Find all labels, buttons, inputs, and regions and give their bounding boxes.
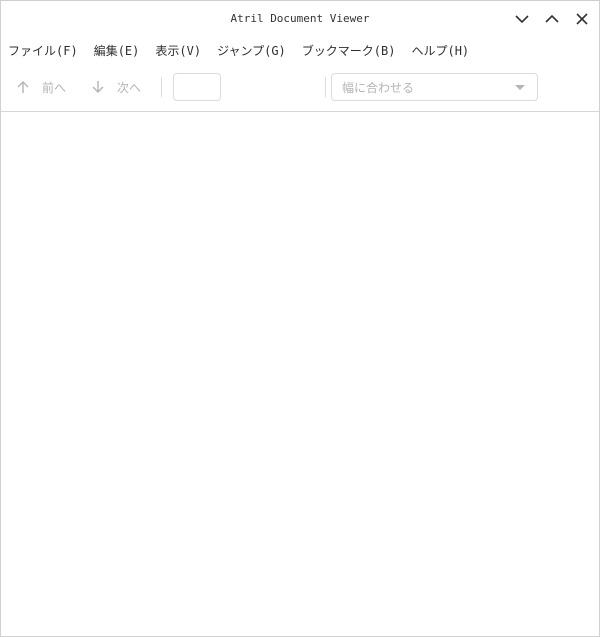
zoom-value: 幅に合わせる: [342, 80, 415, 95]
menu-view[interactable]: 表示(V): [155, 42, 201, 59]
arrow-down-icon: [92, 81, 104, 93]
toolbar-separator: [161, 77, 162, 97]
next-page-label: 次へ: [117, 80, 142, 95]
minimize-button[interactable]: [509, 7, 535, 31]
app-window: Atril Document Viewer ファイル(F) 編集(E) 表示(V…: [0, 0, 600, 637]
previous-page-button[interactable]: 前へ: [16, 75, 66, 99]
next-page-button[interactable]: 次へ: [91, 75, 141, 99]
menu-bookmarks[interactable]: ブックマーク(B): [302, 42, 396, 59]
maximize-icon: [545, 14, 559, 23]
toolbar-separator: [325, 77, 326, 97]
menubar: ファイル(F) 編集(E) 表示(V) ジャンプ(G) ブックマーク(B) ヘル…: [1, 38, 599, 62]
zoom-select[interactable]: 幅に合わせる: [331, 73, 538, 101]
page-number-input[interactable]: [173, 73, 221, 101]
close-icon: [576, 13, 588, 25]
document-view[interactable]: [1, 112, 599, 636]
previous-page-label: 前へ: [42, 80, 67, 95]
menu-file[interactable]: ファイル(F): [8, 42, 78, 59]
dropdown-arrow-icon: [515, 84, 525, 90]
arrow-up-icon: [17, 81, 29, 93]
minimize-icon: [515, 15, 529, 24]
menu-edit[interactable]: 編集(E): [94, 42, 140, 59]
title-bar[interactable]: Atril Document Viewer: [1, 1, 599, 38]
menu-go[interactable]: ジャンプ(G): [217, 42, 286, 59]
close-button[interactable]: [569, 7, 595, 31]
menu-help[interactable]: ヘルプ(H): [411, 42, 469, 59]
toolbar: 前へ 次へ 幅に合わせる: [1, 64, 599, 112]
maximize-button[interactable]: [539, 7, 565, 31]
